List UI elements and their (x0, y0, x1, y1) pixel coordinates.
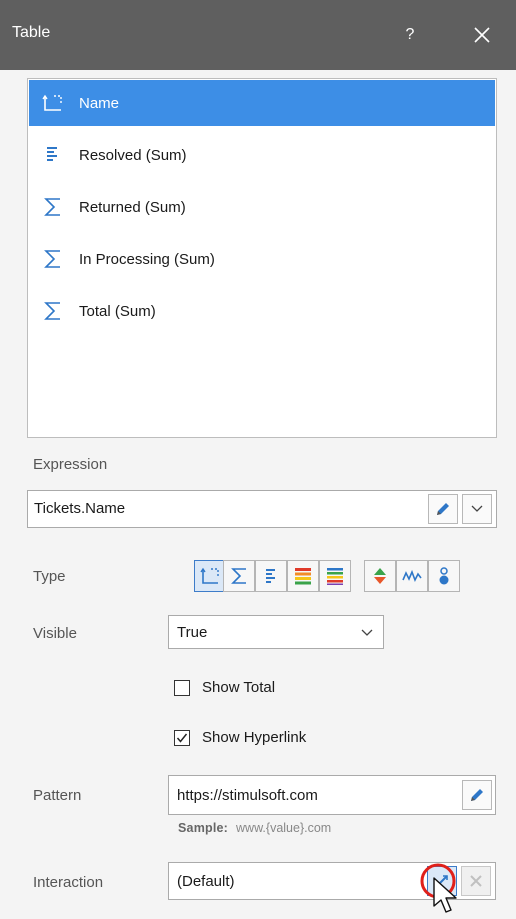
dimension-icon (33, 80, 73, 126)
align-lines-icon (266, 569, 275, 583)
pencil-icon (437, 503, 449, 515)
interaction-value: (Default) (177, 873, 235, 890)
pattern-field[interactable]: https://stimulsoft.com (168, 775, 496, 815)
help-button[interactable]: ? (396, 18, 424, 52)
list-item-label: Returned (Sum) (79, 198, 186, 216)
list-item-label: Name (79, 94, 120, 112)
expression-dropdown-button[interactable] (462, 494, 492, 524)
checkmark-icon (176, 733, 188, 743)
list-item-total[interactable]: Total (Sum) (29, 288, 495, 334)
list-item-label: Total (Sum) (79, 302, 156, 320)
type-color-scale-button[interactable] (287, 560, 319, 592)
clear-interaction-button[interactable] (461, 866, 491, 896)
type-text-button[interactable] (255, 560, 287, 592)
type-sparkline-button[interactable] (396, 560, 428, 592)
list-item-label: In Processing (Sum) (79, 250, 215, 268)
sparkline-icon (402, 569, 422, 582)
pattern-label: Pattern (33, 787, 82, 804)
interaction-label: Interaction (33, 874, 104, 891)
expression-field[interactable]: Tickets.Name (27, 490, 497, 528)
chevron-down-icon (361, 629, 373, 636)
visible-value: True (177, 624, 208, 641)
type-data-bars-button[interactable] (319, 560, 351, 592)
expression-value: Tickets.Name (34, 500, 126, 517)
fields-list[interactable]: Name Resolved (Sum) Returned (Sum) In Pr… (27, 78, 497, 438)
mouse-cursor-icon (433, 877, 457, 913)
type-indicator-button[interactable] (364, 560, 396, 592)
align-lines-icon (33, 132, 73, 178)
list-item-returned[interactable]: Returned (Sum) (29, 184, 495, 230)
bubble-icon (439, 567, 449, 585)
color-bars-icon (295, 568, 311, 585)
type-bubble-button[interactable] (428, 560, 460, 592)
visible-select[interactable]: True (168, 615, 384, 649)
chevron-down-icon (471, 505, 483, 512)
sigma-icon (33, 288, 73, 334)
show-hyperlink-label: Show Hyperlink (202, 729, 307, 746)
sigma-icon (231, 568, 246, 584)
type-label: Type (33, 568, 66, 585)
list-item-in-processing[interactable]: In Processing (Sum) (29, 236, 495, 282)
expression-label: Expression (33, 456, 108, 473)
pattern-sample: Sample: www.{value}.com (178, 821, 331, 835)
sigma-icon (33, 236, 73, 282)
color-bars-icon (327, 568, 343, 585)
sample-value: www.{value}.com (236, 821, 332, 835)
list-item-resolved[interactable]: Resolved (Sum) (29, 132, 495, 178)
show-hyperlink-checkbox[interactable] (174, 730, 190, 746)
edit-expression-button[interactable] (428, 494, 458, 524)
indicator-icon (374, 568, 386, 584)
title-bar: Table ? (0, 0, 516, 70)
close-icon (474, 27, 490, 43)
show-total-checkbox[interactable] (174, 680, 190, 696)
pattern-value: https://stimulsoft.com (177, 787, 318, 804)
type-dimension-button[interactable] (194, 560, 226, 592)
edit-pattern-button[interactable] (462, 780, 492, 810)
sigma-icon (33, 184, 73, 230)
type-measure-button[interactable] (223, 560, 255, 592)
visible-label: Visible (33, 625, 77, 642)
close-button[interactable] (466, 16, 498, 54)
list-item-name[interactable]: Name (29, 80, 495, 126)
sample-label: Sample: (178, 821, 229, 835)
dimension-icon (200, 567, 219, 584)
window-title: Table (12, 24, 51, 41)
close-icon (470, 875, 482, 887)
show-total-label: Show Total (202, 679, 276, 696)
list-item-label: Resolved (Sum) (79, 146, 187, 164)
pencil-icon (471, 789, 483, 801)
